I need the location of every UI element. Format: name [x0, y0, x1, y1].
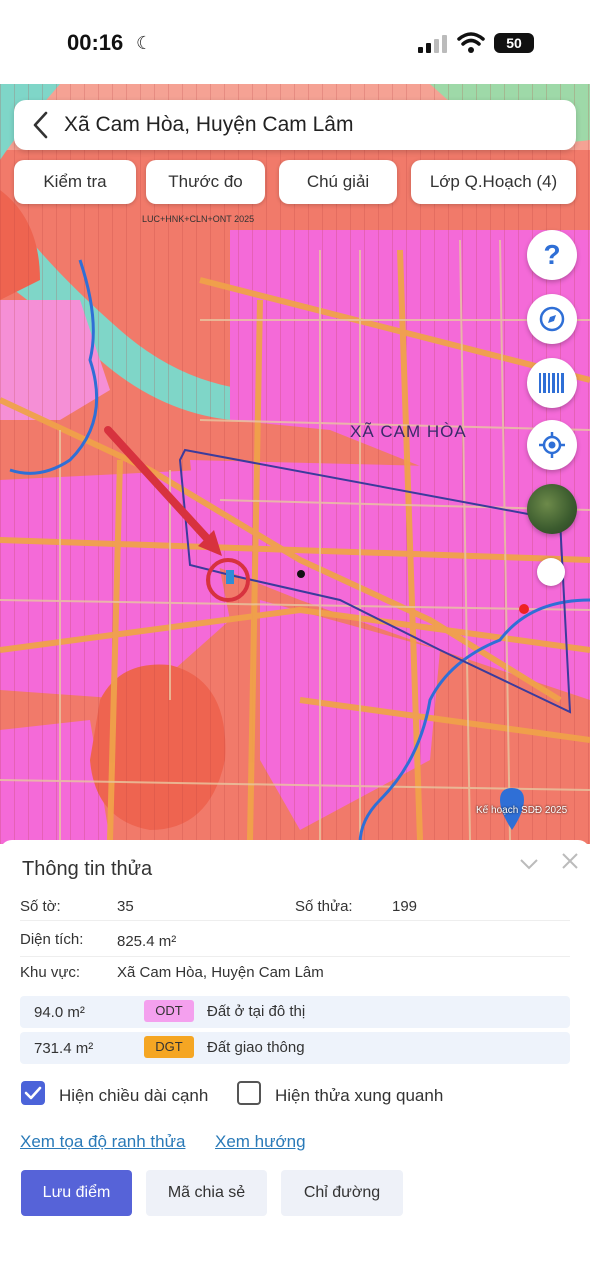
plan-year-badge: Kế hoạch SDĐ 2025	[476, 805, 568, 816]
close-icon[interactable]	[561, 852, 579, 870]
edge-length-label[interactable]: Hiện chiều dài cạnh	[59, 1086, 208, 1106]
commune-map-label: XÃ CAM HÒA	[350, 422, 467, 441]
status-bar: 00:16 ☾ 50	[0, 0, 590, 84]
zoning-code-label: LUC+HNK+CLN+ONT 2025	[142, 214, 255, 224]
panel-title: Thông tin thửa	[22, 858, 153, 880]
sheet-value: 35	[117, 898, 134, 915]
wifi-icon	[457, 32, 485, 53]
land-use-area: 731.4 m²	[34, 1040, 94, 1057]
satellite-layer-button[interactable]	[527, 484, 577, 534]
land-use-area: 94.0 m²	[34, 1004, 85, 1021]
chevron-down-icon[interactable]	[518, 854, 540, 874]
land-use-code-badge: DGT	[144, 1036, 194, 1058]
measure-button[interactable]: Thước đo	[146, 160, 265, 204]
parcel-label: Số thửa:	[295, 898, 353, 915]
area-label: Diện tích:	[20, 931, 84, 948]
signal-icon	[418, 35, 447, 53]
parcel-info-panel: Thông tin thửa Số tờ: 35 Số thửa: 199 Di…	[0, 840, 590, 1280]
crosshair-icon	[539, 432, 565, 458]
location-title: Xã Cam Hòa, Huyện Cam Lâm	[64, 113, 354, 136]
location-search-bar[interactable]: Xã Cam Hòa, Huyện Cam Lâm	[14, 100, 576, 150]
layer-opacity-handle[interactable]	[537, 558, 565, 586]
barcode-button[interactable]	[527, 358, 577, 408]
region-value: Xã Cam Hòa, Huyện Cam Lâm	[117, 964, 324, 981]
area-value: 825.4 m²	[117, 933, 177, 950]
save-point-button[interactable]: Lưu điểm	[21, 1170, 132, 1216]
planning-layers-button[interactable]: Lớp Q.Hoạch (4)	[411, 160, 576, 204]
moon-icon: ☾	[136, 33, 153, 53]
compass-button[interactable]	[527, 294, 577, 344]
status-time: 00:16	[67, 30, 124, 55]
legend-button[interactable]: Chú giải	[279, 160, 397, 204]
sheet-label: Số tờ:	[20, 898, 61, 915]
neighbors-label[interactable]: Hiện thửa xung quanh	[275, 1086, 443, 1106]
map-toolbar: Kiểm tra Thước đo Chú giải Lớp Q.Hoạch (…	[14, 160, 576, 204]
region-label: Khu vực:	[20, 964, 81, 981]
check-button[interactable]: Kiểm tra	[14, 160, 136, 204]
battery-icon: 50	[494, 33, 534, 53]
view-boundary-coords-link[interactable]: Xem tọa độ ranh thửa	[20, 1132, 185, 1152]
help-button[interactable]: ?	[527, 230, 577, 280]
land-use-description: Đất ở tại đô thị	[207, 1003, 306, 1020]
land-use-row: 731.4 m² DGT Đất giao thông	[20, 1032, 570, 1064]
checkmark-icon	[24, 1086, 42, 1100]
back-arrow-icon[interactable]	[30, 110, 52, 140]
compass-icon	[539, 306, 565, 332]
directions-button[interactable]: Chỉ đường	[281, 1170, 403, 1216]
land-use-row: 94.0 m² ODT Đất ở tại đô thị	[20, 996, 570, 1028]
parcel-value: 199	[392, 898, 418, 915]
neighbors-checkbox[interactable]	[237, 1081, 261, 1105]
question-icon: ?	[543, 239, 561, 270]
share-code-button[interactable]: Mã chia sẻ	[146, 1170, 267, 1216]
barcode-icon	[539, 373, 564, 393]
edge-length-checkbox[interactable]	[21, 1081, 45, 1105]
my-location-button[interactable]	[527, 420, 577, 470]
land-use-code-badge: ODT	[144, 1000, 194, 1022]
land-use-description: Đất giao thông	[207, 1039, 305, 1056]
divider	[20, 956, 570, 957]
view-direction-link[interactable]: Xem hướng	[215, 1132, 306, 1152]
divider	[20, 920, 570, 921]
